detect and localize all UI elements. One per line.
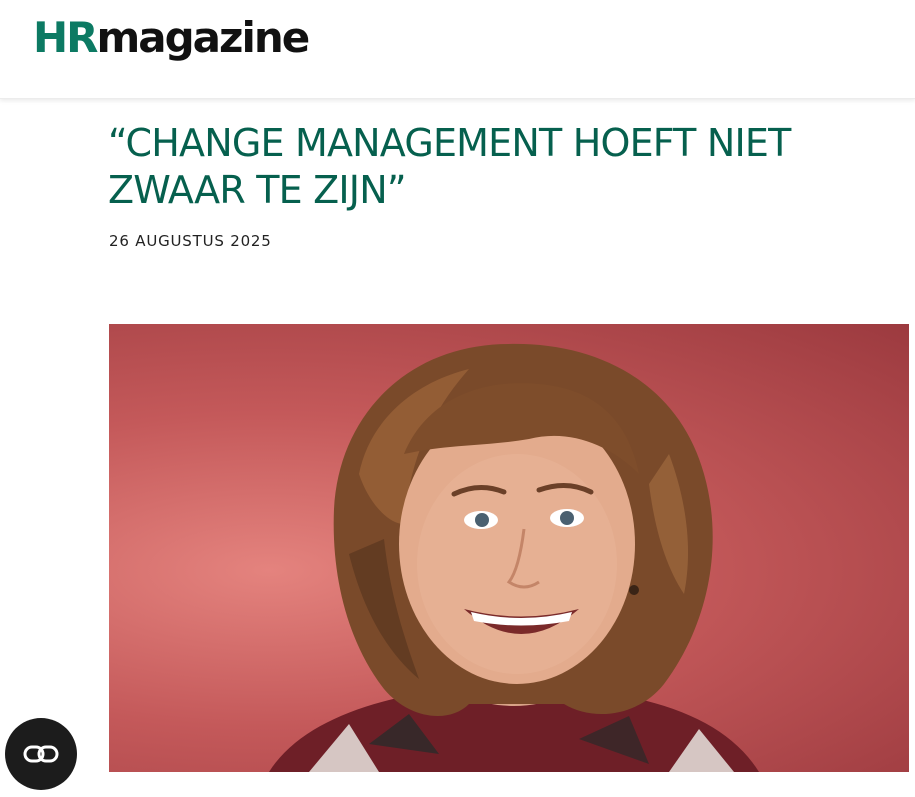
site-logo[interactable]: HRmagazine bbox=[33, 8, 311, 68]
article-title: “CHANGE MANAGEMENT HOEFT NIET ZWAAR TE Z… bbox=[108, 121, 791, 212]
logo-hr-text: HR bbox=[33, 13, 98, 62]
article-hero-image bbox=[109, 324, 909, 772]
link-button[interactable] bbox=[5, 718, 77, 790]
article-date: 26 AUGUSTUS 2025 bbox=[109, 232, 272, 250]
link-icon bbox=[23, 745, 59, 763]
site-header: HRmagazine bbox=[0, 0, 915, 99]
logo-magazine-text: magazine bbox=[96, 13, 311, 62]
portrait-photo bbox=[269, 343, 759, 772]
